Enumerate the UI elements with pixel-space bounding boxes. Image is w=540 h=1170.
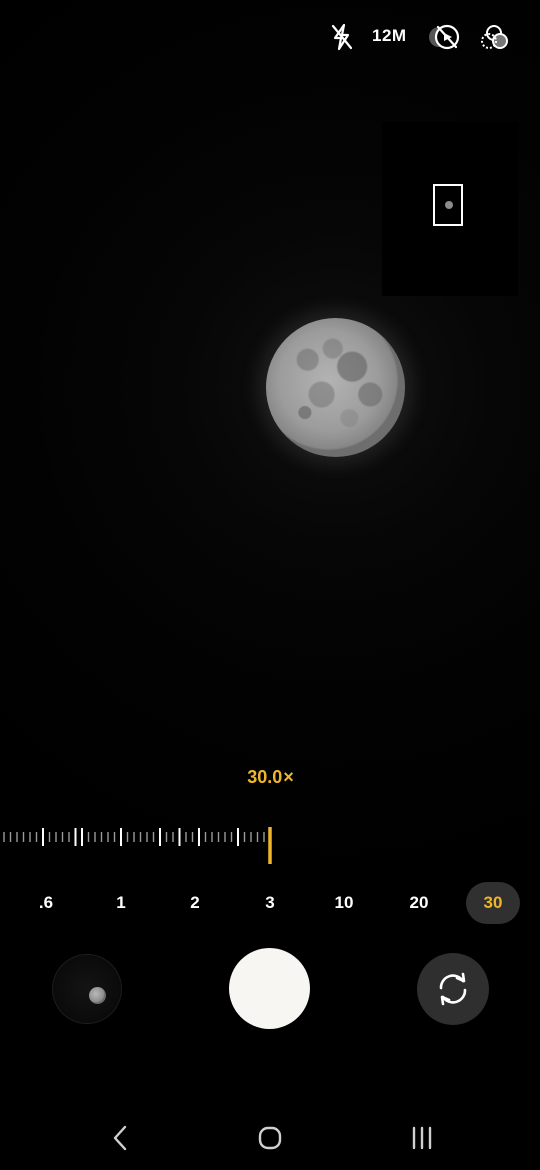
zoom-map-preview — [382, 122, 518, 296]
filters-icon[interactable] — [480, 22, 510, 52]
gallery-thumbnail[interactable] — [52, 954, 122, 1024]
zoom-preset-1[interactable]: 1 — [94, 882, 148, 924]
switch-camera-button[interactable] — [417, 953, 489, 1025]
zoom-map-moon — [445, 201, 453, 209]
zoom-level-value: 30.0 — [247, 767, 283, 787]
zoom-preset-10[interactable]: 10 — [317, 882, 371, 924]
motion-photo-off-icon[interactable] — [428, 22, 462, 52]
system-navigation-bar — [0, 1110, 540, 1166]
moon-subject — [266, 318, 405, 457]
flash-off-icon[interactable] — [326, 22, 358, 52]
home-icon — [258, 1126, 282, 1150]
resolution-button[interactable]: 12M — [372, 26, 407, 46]
camera-top-bar: 12M — [0, 0, 540, 76]
back-button[interactable] — [100, 1122, 140, 1154]
recents-icon — [412, 1126, 432, 1150]
zoom-map-frame — [433, 184, 463, 226]
zoom-level-readout: 30.0× — [0, 767, 540, 788]
zoom-presets: .6 1 2 3 10 20 30 — [0, 882, 540, 926]
zoom-preset-20[interactable]: 20 — [392, 882, 446, 924]
back-icon — [113, 1125, 127, 1151]
zoom-preset-3[interactable]: 3 — [243, 882, 297, 924]
switch-camera-icon — [439, 972, 467, 1006]
home-button[interactable] — [250, 1122, 290, 1154]
zoom-preset-0-6[interactable]: .6 — [19, 882, 73, 924]
shutter-button[interactable] — [229, 948, 310, 1029]
zoom-level-suffix: × — [283, 767, 294, 787]
zoom-ruler-ticks[interactable] — [0, 826, 540, 866]
zoom-ruler[interactable] — [0, 826, 540, 866]
thumbnail-moon — [89, 987, 106, 1004]
zoom-preset-30[interactable]: 30 — [466, 882, 520, 924]
recents-button[interactable] — [402, 1122, 442, 1154]
zoom-preset-2[interactable]: 2 — [168, 882, 222, 924]
